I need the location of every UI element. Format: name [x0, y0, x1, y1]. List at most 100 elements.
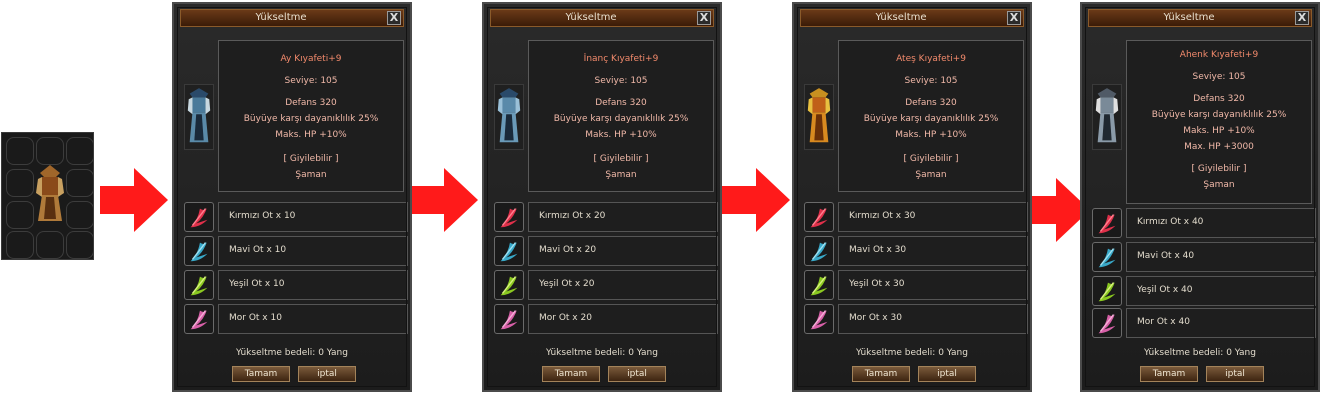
close-button[interactable]: X [1295, 11, 1309, 25]
material-box: Kırmızı Ot x 30 [838, 202, 1028, 232]
blue-herb-icon[interactable] [494, 236, 524, 266]
armor-icon [1095, 88, 1119, 143]
material-label: Kırmızı Ot x 40 [1137, 217, 1204, 227]
green-herb-icon[interactable] [1092, 276, 1122, 306]
ok-button[interactable]: Tamam [232, 366, 290, 382]
material-label: Mor Ot x 40 [1137, 317, 1190, 327]
armor-icon [807, 88, 831, 143]
item-defense: Defans 320 [1193, 94, 1245, 104]
green-herb-icon[interactable] [494, 270, 524, 300]
equipment-slot[interactable] [184, 84, 214, 150]
material-row: Kırmızı Ot x 40 [1092, 208, 1316, 238]
material-label: Yeşil Ot x 40 [1137, 285, 1193, 295]
material-box: Kırmızı Ot x 20 [528, 202, 718, 232]
title-bar[interactable]: Yükseltme X [490, 9, 714, 27]
item-name: Ahenk Kıyafeti+9 [1179, 50, 1259, 60]
material-row: Mor Ot x 30 [804, 304, 1028, 334]
material-box: Yeşil Ot x 20 [528, 270, 718, 300]
item-level: Seviye: 105 [1192, 72, 1246, 82]
material-box: Mor Ot x 20 [528, 304, 718, 334]
material-box: Yeşil Ot x 10 [218, 270, 408, 300]
purple-herb-icon[interactable] [494, 304, 524, 334]
title-bar[interactable]: Yükseltme X [1088, 9, 1312, 27]
grid-slot [66, 201, 93, 229]
green-herb-icon[interactable] [804, 270, 834, 300]
material-box: Kırmızı Ot x 40 [1126, 208, 1316, 238]
material-box: Mavi Ot x 10 [218, 236, 408, 266]
ok-button[interactable]: Tamam [852, 366, 910, 382]
item-defense: Defans 320 [285, 98, 337, 108]
item-bonus: Maks. HP +10% [1183, 126, 1255, 136]
blue-herb-icon[interactable] [804, 236, 834, 266]
cancel-button[interactable]: iptal [298, 366, 356, 382]
item-name: Ay Kıyafeti+9 [280, 54, 342, 64]
item-level: Seviye: 105 [284, 76, 338, 86]
armor-icon [187, 88, 211, 143]
item-bonus: Büyüye karşı dayanıklılık 25% [1151, 110, 1287, 120]
material-box: Yeşil Ot x 30 [838, 270, 1028, 300]
material-row: Yeşil Ot x 30 [804, 270, 1028, 300]
item-bonus: Max. HP +3000 [1184, 142, 1254, 152]
grid-slot [6, 201, 34, 229]
source-item-grid [1, 132, 94, 260]
ok-button[interactable]: Tamam [1140, 366, 1198, 382]
purple-herb-icon[interactable] [804, 304, 834, 334]
item-name: İnanç Kıyafeti+9 [583, 54, 659, 64]
title-bar[interactable]: Yükseltme X [800, 9, 1024, 27]
equipment-slot[interactable] [804, 84, 834, 150]
upgrade-window: Yükseltme X İnanç Kıyafeti+9 Seviye: 105… [482, 2, 722, 392]
equipment-slot[interactable] [1092, 84, 1122, 150]
shaman-armor-icon[interactable] [32, 163, 68, 225]
item-wearable: [ Giyilebilir ] [283, 154, 339, 164]
ok-button[interactable]: Tamam [542, 366, 600, 382]
material-label: Mavi Ot x 40 [1137, 251, 1195, 261]
material-label: Mor Ot x 20 [539, 313, 592, 323]
item-wearable: [ Giyilebilir ] [1191, 164, 1247, 174]
blue-herb-icon[interactable] [184, 236, 214, 266]
purple-herb-icon[interactable] [1092, 308, 1122, 338]
equipment-slot[interactable] [494, 84, 524, 150]
blue-herb-icon[interactable] [1092, 242, 1122, 272]
armor-icon [497, 88, 521, 143]
material-label: Kırmızı Ot x 30 [849, 211, 916, 221]
grid-slot [6, 231, 34, 259]
grid-slot [6, 137, 34, 165]
grid-slot [66, 231, 93, 259]
material-row: Mor Ot x 20 [494, 304, 718, 334]
item-tooltip: İnanç Kıyafeti+9 Seviye: 105 Defans 320 … [528, 40, 714, 192]
upgrade-window: Yükseltme X Ahenk Kıyafeti+9 Seviye: 105… [1080, 2, 1320, 392]
item-bonus: Maks. HP +10% [585, 130, 657, 140]
purple-herb-icon[interactable] [184, 304, 214, 334]
item-bonus: Büyüye karşı dayanıklılık 25% [863, 114, 999, 124]
grid-slot [36, 137, 64, 165]
cancel-button[interactable]: iptal [1206, 366, 1264, 382]
cancel-button[interactable]: iptal [608, 366, 666, 382]
item-tooltip: Ay Kıyafeti+9 Seviye: 105 Defans 320 Büy… [218, 40, 404, 192]
close-button[interactable]: X [697, 11, 711, 25]
red-herb-icon[interactable] [184, 202, 214, 232]
close-button[interactable]: X [1007, 11, 1021, 25]
green-herb-icon[interactable] [184, 270, 214, 300]
red-herb-icon[interactable] [804, 202, 834, 232]
material-row: Mor Ot x 40 [1092, 308, 1316, 338]
cancel-button[interactable]: iptal [918, 366, 976, 382]
material-row: Yeşil Ot x 10 [184, 270, 408, 300]
title-bar[interactable]: Yükseltme X [180, 9, 404, 27]
close-button[interactable]: X [387, 11, 401, 25]
item-class: Şaman [295, 170, 327, 180]
material-box: Mavi Ot x 20 [528, 236, 718, 266]
material-box: Mavi Ot x 30 [838, 236, 1028, 266]
red-herb-icon[interactable] [1092, 208, 1122, 238]
material-row: Kırmızı Ot x 10 [184, 202, 408, 232]
item-name: Ateş Kıyafeti+9 [896, 54, 966, 64]
item-level: Seviye: 105 [904, 76, 958, 86]
window-title: Yükseltme [565, 12, 617, 23]
material-label: Yeşil Ot x 20 [539, 279, 595, 289]
item-defense: Defans 320 [905, 98, 957, 108]
grid-slot [36, 231, 64, 259]
material-box: Mavi Ot x 40 [1126, 242, 1316, 272]
material-label: Mor Ot x 10 [229, 313, 282, 323]
material-box: Mor Ot x 10 [218, 304, 408, 334]
red-herb-icon[interactable] [494, 202, 524, 232]
upgrade-window: Yükseltme X Ateş Kıyafeti+9 Seviye: 105 … [792, 2, 1032, 392]
